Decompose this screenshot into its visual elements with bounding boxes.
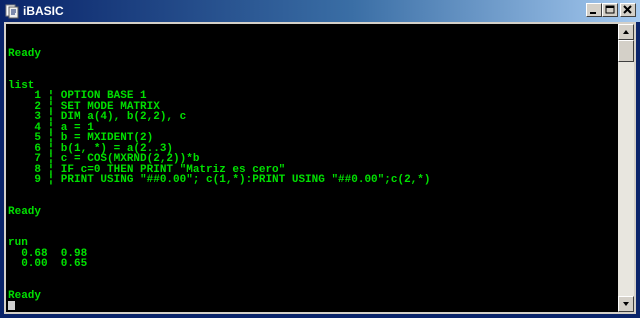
console-line: 0.68 0.98 [8, 247, 88, 260]
window-title: iBASIC [23, 4, 64, 18]
console-line: 1 ¦ OPTION BASE 1 [8, 90, 147, 102]
console-line: 5 ¦ b = MXIDENT(2) [8, 132, 154, 144]
scroll-up-button[interactable] [618, 24, 634, 40]
close-button[interactable] [620, 3, 636, 17]
console-line: 3 ¦ DIM a(4), b(2,2), c [8, 111, 187, 123]
console-line: 9 ¦ PRINT USING "##0.00"; c(1,*):PRINT U… [8, 174, 431, 186]
scroll-down-button[interactable] [618, 296, 634, 312]
ibasic-window: iBASIC Ready list 1 ¦ OPTION BASE 1 2 ¦ S… [0, 0, 640, 318]
title-bar[interactable]: iBASIC [0, 0, 640, 22]
console-line: 0.00 0.65 [8, 258, 88, 270]
console-line: run [8, 237, 28, 249]
vertical-scrollbar[interactable] [618, 24, 634, 312]
console-line: Ready [8, 205, 42, 218]
text-cursor [8, 301, 15, 310]
console-area[interactable]: Ready list 1 ¦ OPTION BASE 1 2 ¦ SET MODE… [4, 22, 636, 314]
minimize-icon [590, 12, 596, 14]
console-output[interactable]: Ready list 1 ¦ OPTION BASE 1 2 ¦ SET MODE… [8, 28, 616, 310]
console-line: Ready [8, 289, 42, 302]
minimize-button[interactable] [586, 3, 602, 17]
scroll-thumb[interactable] [618, 40, 634, 62]
arrow-down-icon [623, 302, 629, 306]
ibasic-app-icon[interactable] [4, 3, 20, 19]
close-icon [623, 5, 632, 14]
console-line: 7 ¦ c = COS(MXRND(2,2))*b [8, 153, 200, 165]
console-line [8, 301, 616, 310]
maximize-button[interactable] [602, 3, 618, 17]
arrow-up-icon [623, 30, 629, 34]
console-line: Ready [8, 48, 42, 60]
maximize-icon [605, 5, 615, 14]
